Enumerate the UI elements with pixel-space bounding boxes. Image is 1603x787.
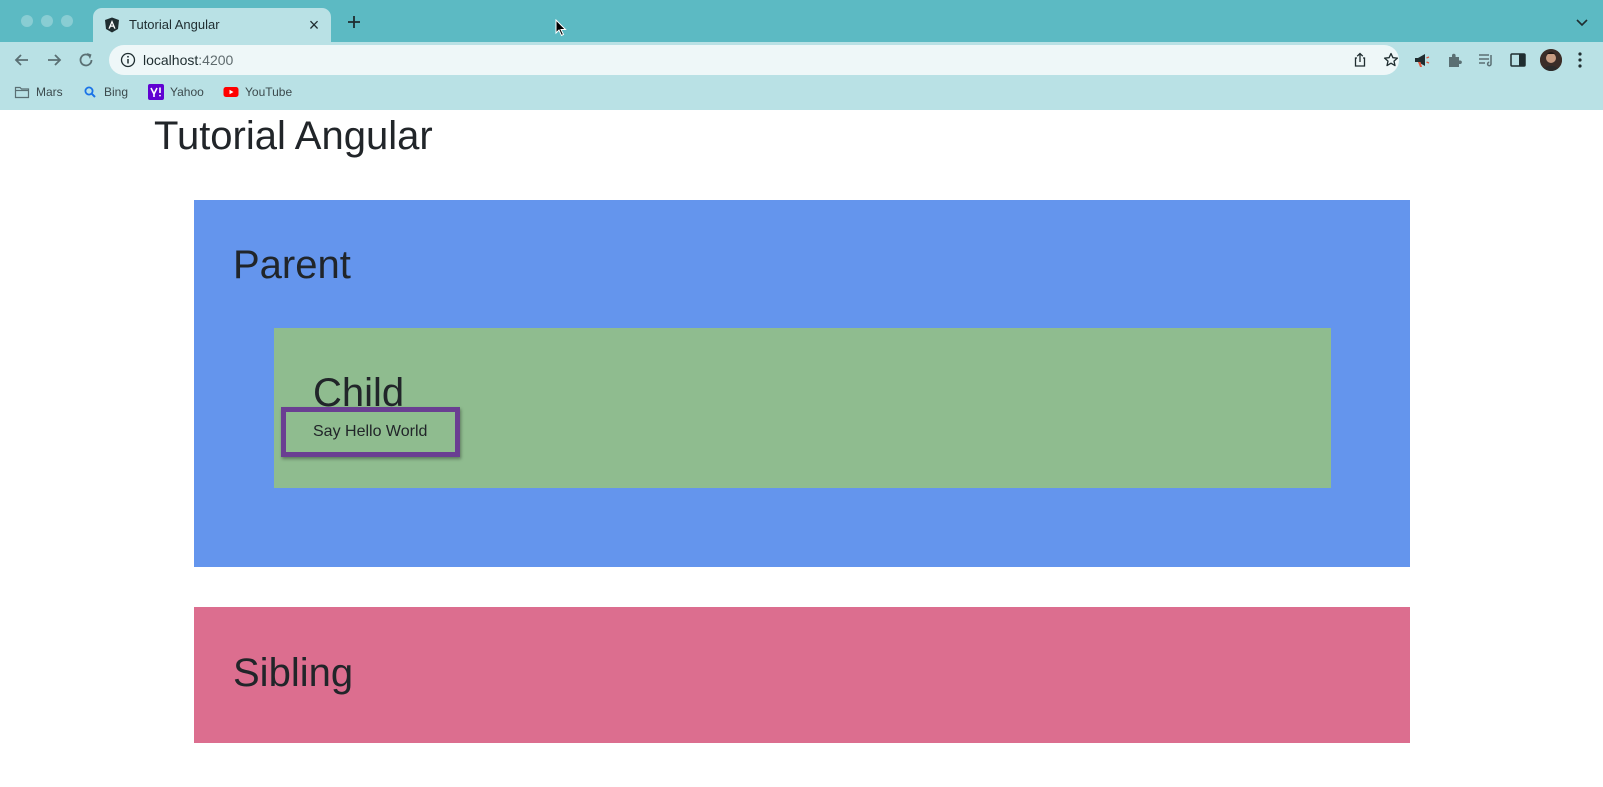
reload-icon[interactable] <box>76 50 96 70</box>
bing-search-icon <box>84 86 96 98</box>
url-text: localhost:4200 <box>143 52 233 68</box>
bookmark-youtube[interactable]: YouTube <box>223 83 292 101</box>
profile-avatar[interactable] <box>1540 49 1562 71</box>
tab-search-chevron-icon[interactable] <box>1575 15 1589 29</box>
yahoo-icon <box>148 84 164 100</box>
url-port: :4200 <box>198 52 234 68</box>
bookmark-mars[interactable]: Mars <box>14 83 63 101</box>
bookmark-yahoo[interactable]: Yahoo <box>148 83 204 101</box>
bookmark-label: YouTube <box>245 85 293 99</box>
youtube-icon <box>223 87 239 97</box>
extensions-puzzle-icon[interactable] <box>1446 51 1464 69</box>
angular-logo-icon <box>105 17 119 33</box>
parent-component: Parent Child Say Hello World <box>194 200 1410 567</box>
browser-tab[interactable]: Tutorial Angular × <box>93 8 331 42</box>
child-component: Child Say Hello World <box>274 328 1331 488</box>
forward-arrow-icon[interactable] <box>44 50 64 70</box>
window-zoom-control[interactable] <box>61 15 73 27</box>
reading-list-icon[interactable] <box>1477 51 1495 69</box>
url-host: localhost <box>143 52 199 68</box>
window-close-control[interactable] <box>21 15 33 27</box>
share-icon[interactable] <box>1352 52 1368 68</box>
new-tab-icon[interactable] <box>345 13 363 31</box>
mouse-cursor-icon <box>555 19 567 37</box>
browser-chrome: Tutorial Angular × localhost:4200 Mars B… <box>0 0 1603 110</box>
folder-icon <box>14 86 30 99</box>
side-panel-icon[interactable] <box>1509 51 1527 69</box>
bookmark-star-icon[interactable] <box>1383 52 1399 68</box>
sibling-heading: Sibling <box>233 651 354 695</box>
site-info-icon[interactable] <box>120 52 136 68</box>
say-hello-world-button[interactable]: Say Hello World <box>281 407 460 457</box>
tab-strip: Tutorial Angular × <box>0 0 1603 42</box>
bookmark-label: Yahoo <box>170 85 204 99</box>
bookmark-bing[interactable]: Bing <box>82 83 128 101</box>
parent-heading: Parent <box>233 243 351 287</box>
bookmark-label: Mars <box>36 85 63 99</box>
window-minimize-control[interactable] <box>41 15 53 27</box>
browser-menu-icon[interactable] <box>1577 50 1583 70</box>
megaphone-extension-icon[interactable] <box>1413 51 1431 69</box>
bookmark-label: Bing <box>104 85 129 99</box>
app-title: Tutorial Angular <box>154 114 433 158</box>
back-arrow-icon[interactable] <box>12 50 32 70</box>
profile-photo-icon <box>1540 49 1562 71</box>
address-bar[interactable]: localhost:4200 <box>109 45 1399 75</box>
page-content: Tutorial Angular Parent Child Say Hello … <box>0 110 1603 787</box>
sibling-component: Sibling <box>194 607 1410 743</box>
tab-close-icon[interactable]: × <box>305 16 323 34</box>
tab-title: Tutorial Angular <box>129 17 220 32</box>
